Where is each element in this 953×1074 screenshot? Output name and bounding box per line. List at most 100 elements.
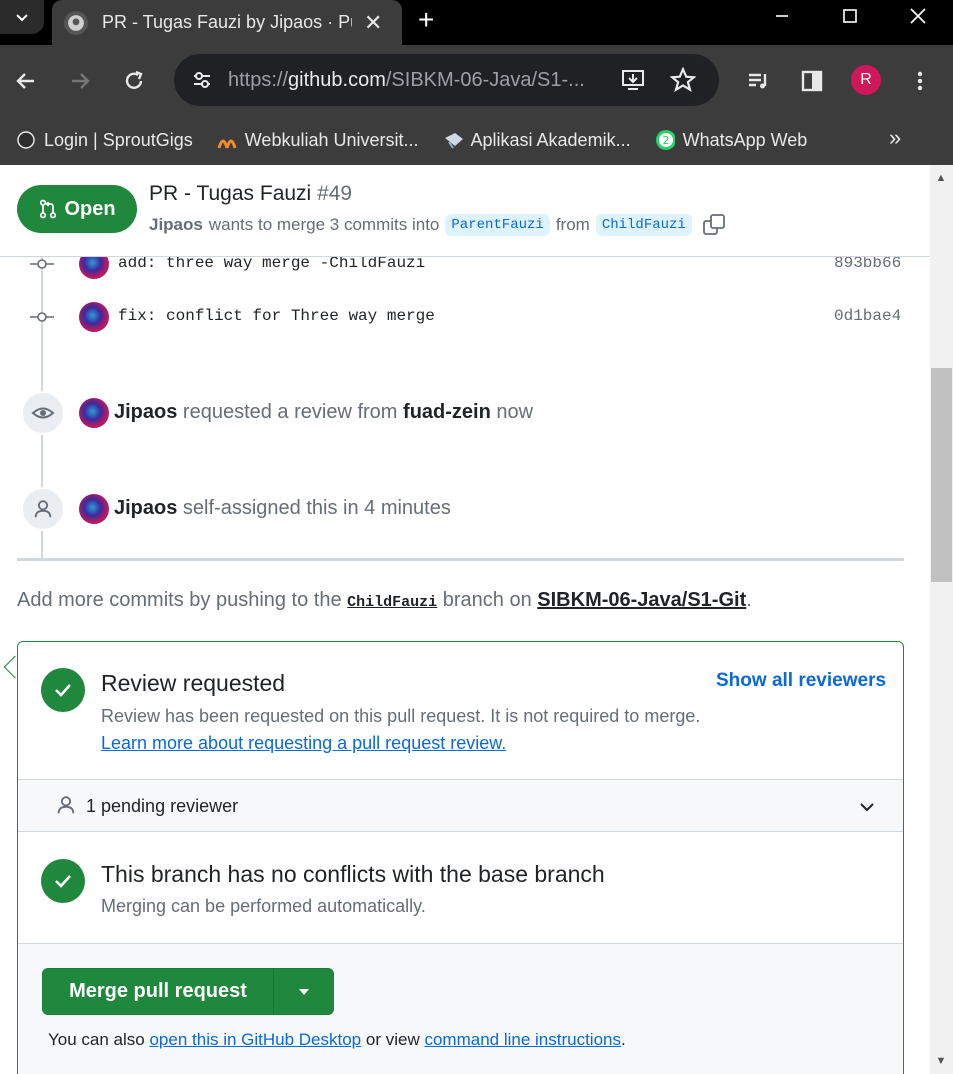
conflict-title: This branch has no conflicts with the ba…: [101, 861, 605, 887]
side-panel-icon[interactable]: [798, 67, 826, 95]
timeline-event-review-request: Jipaos requested a review from fuad-zein…: [0, 391, 930, 435]
akademik-icon: [443, 130, 463, 150]
push-hint: Add more commits by pushing to the Child…: [17, 589, 752, 611]
caret-down-icon: [298, 988, 309, 995]
pr-subtitle: Jipaos wants to merge 3 commits into Par…: [149, 213, 726, 237]
chevron-down-icon: [16, 14, 28, 22]
person-icon: [21, 487, 65, 531]
command-line-link[interactable]: command line instructions: [424, 1030, 621, 1049]
review-learn-more-link[interactable]: Learn more about requesting a pull reque…: [101, 733, 506, 754]
bookmark-whatsapp[interactable]: 2 WhatsApp Web: [655, 129, 808, 151]
check-icon: [41, 668, 85, 712]
pr-state-label: Open: [64, 197, 116, 220]
conflict-section: This branch has no conflicts with the ba…: [18, 832, 903, 943]
event-text: Jipaos self-assigned this in 4 minutes: [114, 497, 451, 519]
scroll-up-arrow-icon[interactable]: ▲: [935, 173, 947, 184]
github-icon: [64, 10, 88, 35]
pr-number: #49: [317, 182, 353, 205]
maximize-icon: [843, 9, 857, 23]
browser-toolbar: https://github.com/SIBKM-06-Java/S1-... …: [0, 45, 953, 115]
close-tab-icon[interactable]: ✕: [364, 10, 382, 36]
bookmark-akademik[interactable]: Aplikasi Akademik...: [443, 130, 631, 151]
bookmark-sproutgigs[interactable]: Login | SproutGigs: [16, 130, 193, 151]
bookmark-webkuliah[interactable]: Webkuliah Universit...: [217, 130, 419, 151]
sproutgigs-icon: [16, 130, 36, 150]
more-bookmarks-icon[interactable]: »: [889, 125, 901, 151]
commit-sha[interactable]: 0d1bae4: [834, 307, 901, 325]
review-section: Review requested Show all reviewers Revi…: [18, 642, 903, 779]
pr-author[interactable]: Jipaos: [149, 215, 203, 235]
webkuliah-icon: [217, 130, 237, 150]
commit-message[interactable]: fix: conflict for Three way merge: [118, 307, 435, 325]
commit-icon: [30, 312, 54, 322]
event-text: Jipaos requested a review from fuad-zein…: [114, 401, 534, 423]
reload-icon[interactable]: [120, 67, 148, 95]
head-branch[interactable]: ChildFauzi: [595, 214, 692, 236]
reading-list-icon[interactable]: [744, 67, 772, 95]
more-menu-icon[interactable]: [906, 67, 934, 95]
tab-strip: PR - Tugas Fauzi by Jipaos · Pull ✕ +: [0, 0, 953, 45]
forward-icon[interactable]: [66, 67, 94, 95]
pull-request-icon: [40, 199, 57, 219]
hint-branch[interactable]: ChildFauzi: [347, 594, 437, 611]
tab-title: PR - Tugas Fauzi by Jipaos · Pull: [102, 12, 352, 32]
active-tab[interactable]: PR - Tugas Fauzi by Jipaos · Pull ✕: [52, 0, 402, 45]
profile-avatar[interactable]: R: [851, 65, 881, 95]
copy-icon[interactable]: [702, 213, 726, 237]
hint-repo-link[interactable]: SIBKM-06-Java/S1-Git: [537, 589, 746, 611]
avatar[interactable]: [79, 494, 109, 524]
merge-pull-request-button[interactable]: Merge pull request: [43, 969, 274, 1014]
base-branch[interactable]: ParentFauzi: [445, 214, 550, 236]
bookmarks-bar: Login | SproutGigs Webkuliah Universit..…: [0, 115, 953, 165]
chevron-down-icon[interactable]: [858, 798, 876, 816]
from-text: from: [555, 215, 590, 234]
event-time[interactable]: now: [496, 401, 533, 423]
whatsapp-icon: 2: [655, 130, 675, 150]
pr-sticky-header: Open PR - Tugas Fauzi #49 Jipaos wants t…: [0, 165, 930, 257]
check-icon: [41, 859, 85, 903]
show-all-reviewers-link[interactable]: Show all reviewers: [716, 670, 886, 692]
eye-icon: [21, 391, 65, 435]
tab-search-button[interactable]: [0, 0, 44, 34]
install-app-icon[interactable]: [620, 67, 646, 98]
person-icon: [57, 796, 75, 814]
merge-box: Review requested Show all reviewers Revi…: [17, 641, 904, 1074]
event-actor[interactable]: Jipaos: [114, 497, 177, 519]
bookmark-label: WhatsApp Web: [682, 129, 808, 150]
pending-reviewers-label: 1 pending reviewer: [86, 796, 239, 816]
merge-button-group: Merge pull request: [42, 968, 334, 1015]
avatar[interactable]: [79, 302, 109, 332]
bookmark-label: Webkuliah Universit...: [244, 129, 419, 150]
new-tab-button[interactable]: +: [418, 4, 434, 36]
pr-title: PR - Tugas Fauzi #49: [149, 182, 353, 205]
svg-text:2: 2: [662, 134, 669, 147]
scrollbar-thumb[interactable]: [931, 368, 952, 582]
conflict-description: Merging can be performed automatically.: [101, 896, 426, 916]
merge-text: wants to merge 3 commits into: [208, 215, 440, 234]
maximize-button[interactable]: [820, 0, 880, 32]
review-title: Review requested: [101, 670, 286, 696]
back-icon[interactable]: [12, 67, 40, 95]
site-settings-icon[interactable]: [188, 66, 216, 94]
event-time[interactable]: in 4 minutes: [343, 497, 451, 519]
timeline-divider: [17, 558, 904, 561]
close-window-button[interactable]: [888, 0, 948, 32]
merge-options-button[interactable]: [274, 969, 333, 1014]
event-target[interactable]: fuad-zein: [403, 401, 491, 423]
github-desktop-link[interactable]: open this in GitHub Desktop: [149, 1030, 361, 1049]
event-actor[interactable]: Jipaos: [114, 401, 177, 423]
address-bar[interactable]: https://github.com/SIBKM-06-Java/S1-...: [174, 54, 719, 106]
review-description: Review has been requested on this pull r…: [101, 706, 701, 726]
page-scrollbar[interactable]: [930, 165, 953, 1074]
timeline-event-assign: Jipaos self-assigned this in 4 minutes: [0, 487, 930, 531]
pending-reviewers-row[interactable]: 1 pending reviewer: [18, 779, 903, 832]
page-content: Open PR - Tugas Fauzi #49 Jipaos wants t…: [0, 165, 930, 1074]
scroll-down-arrow-icon[interactable]: ▼: [935, 1056, 947, 1067]
avatar[interactable]: [79, 398, 109, 428]
bookmark-star-icon[interactable]: [669, 66, 697, 98]
url-text[interactable]: https://github.com/SIBKM-06-Java/S1-...: [228, 69, 608, 92]
minimize-button[interactable]: [752, 0, 812, 32]
minimize-icon: [776, 15, 788, 17]
pr-state-badge: Open: [17, 185, 137, 233]
merge-actions: Merge pull request You can also open thi…: [18, 943, 903, 1074]
